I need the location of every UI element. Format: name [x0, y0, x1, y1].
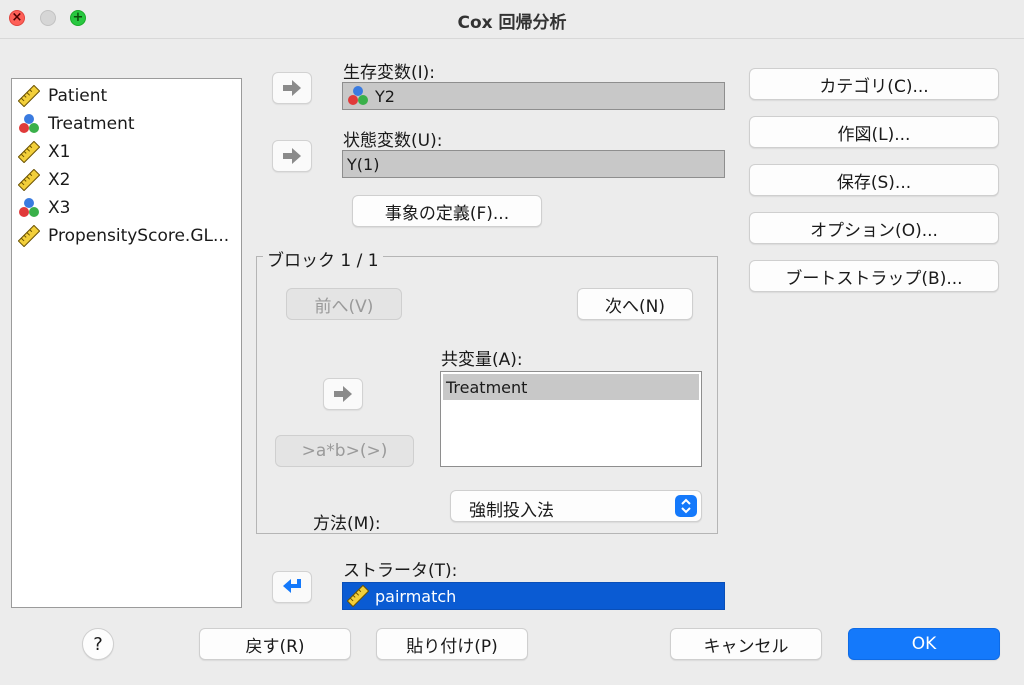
variable-label: X3 [48, 198, 71, 218]
variable-item-x3[interactable]: X3 [18, 195, 70, 221]
variable-list[interactable]: Patient Treatment X1 X2 X3 PropensitySco… [11, 78, 242, 608]
cancel-button[interactable]: キャンセル [670, 628, 822, 660]
reset-button[interactable]: 戻す(R) [199, 628, 351, 660]
variable-label: X2 [48, 170, 71, 190]
nominal-balls-icon [19, 198, 39, 217]
status-variable-field[interactable]: Y(1) [342, 150, 725, 178]
variable-item-treatment[interactable]: Treatment [18, 111, 135, 137]
move-covariate-button[interactable] [323, 378, 363, 410]
strata-value: pairmatch [375, 586, 457, 606]
status-variable-label: 状態変数(U): [343, 131, 443, 151]
move-strata-button[interactable] [272, 571, 312, 603]
arrow-right-icon [283, 80, 301, 96]
survival-variable-label: 生存変数(I): [343, 63, 436, 83]
strata-label: ストラータ(T): [343, 561, 458, 581]
scale-ruler-icon [18, 141, 40, 163]
strata-field[interactable]: pairmatch [342, 582, 725, 610]
block-title: ブロック 1 / 1 [263, 246, 383, 271]
save-button[interactable]: 保存(S)... [749, 164, 999, 196]
bootstrap-button[interactable]: ブートストラップ(B)... [749, 260, 999, 292]
variable-label: X1 [48, 142, 71, 162]
move-status-button[interactable] [272, 140, 312, 172]
define-event-button[interactable]: 事象の定義(F)... [352, 195, 542, 227]
interaction-button[interactable]: >a*b>(>) [275, 435, 414, 467]
scale-ruler-icon [18, 85, 40, 107]
arrow-right-icon [334, 386, 352, 402]
window-title: Cox 回帰分析 [457, 13, 567, 33]
previous-block-button[interactable]: 前へ(V) [286, 288, 402, 320]
covariates-label: 共変量(A): [441, 350, 523, 370]
nominal-balls-icon [19, 114, 39, 133]
variable-item-propensity-score[interactable]: PropensityScore.GL... [18, 223, 229, 249]
ok-button[interactable]: OK [848, 628, 1000, 660]
scale-ruler-icon [18, 169, 40, 191]
method-select[interactable]: 強制投入法 [450, 490, 702, 522]
covariate-label: Treatment [446, 377, 528, 397]
covariate-item[interactable]: Treatment [443, 374, 699, 400]
covariates-list[interactable]: Treatment [440, 371, 702, 467]
chevron-updown-icon [675, 495, 697, 517]
next-block-button[interactable]: 次へ(N) [577, 288, 693, 320]
variable-label: Treatment [48, 114, 135, 134]
survival-variable-field[interactable]: Y2 [342, 82, 725, 110]
options-button[interactable]: オプション(O)... [749, 212, 999, 244]
status-variable-value: Y(1) [347, 154, 380, 174]
variable-item-patient[interactable]: Patient [18, 83, 107, 109]
variable-label: PropensityScore.GL... [48, 226, 230, 246]
paste-button[interactable]: 貼り付け(P) [376, 628, 528, 660]
arrow-left-icon [283, 579, 301, 593]
categorical-button[interactable]: カテゴリ(C)... [749, 68, 999, 100]
move-survival-button[interactable] [272, 72, 312, 104]
arrow-right-icon [283, 148, 301, 164]
variable-item-x2[interactable]: X2 [18, 167, 70, 193]
survival-variable-value: Y2 [375, 86, 395, 106]
nominal-balls-icon [348, 86, 368, 105]
variable-label: Patient [48, 86, 108, 106]
scale-ruler-icon [18, 225, 40, 247]
method-label: 方法(M): [313, 514, 381, 534]
plots-button[interactable]: 作図(L)... [749, 116, 999, 148]
help-button[interactable]: ? [82, 628, 114, 660]
method-value: 強制投入法 [469, 501, 554, 521]
variable-item-x1[interactable]: X1 [18, 139, 70, 165]
scale-ruler-icon [347, 585, 369, 607]
